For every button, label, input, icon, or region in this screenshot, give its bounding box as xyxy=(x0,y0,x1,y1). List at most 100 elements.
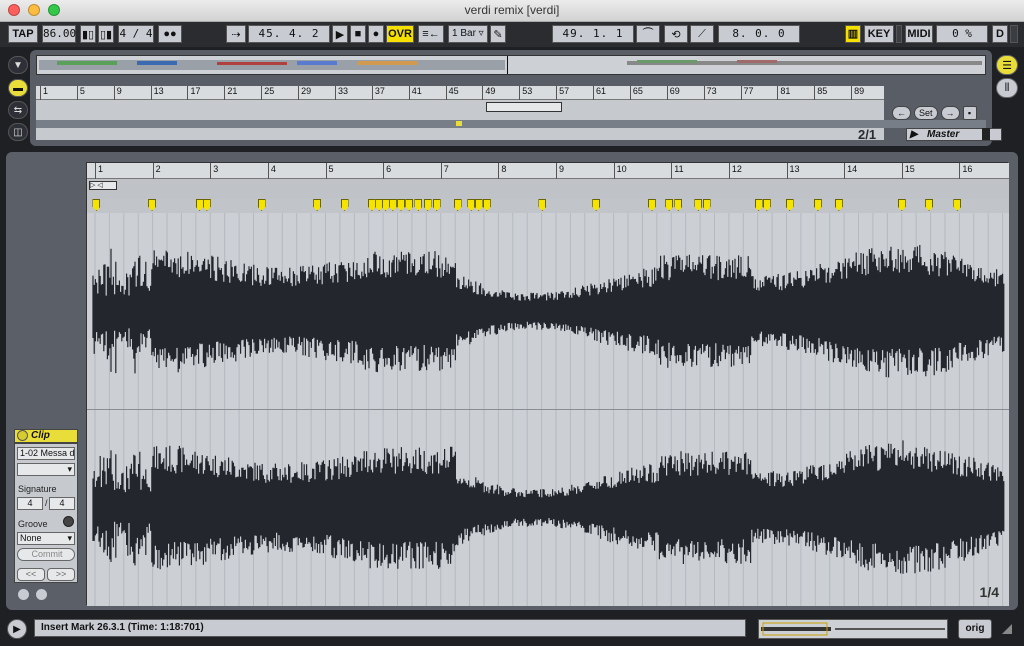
show-detail-icon[interactable]: ▶ xyxy=(7,619,27,639)
follow-icon[interactable]: ⇢ xyxy=(226,25,246,43)
clip-name-field[interactable]: 1-02 Messa d xyxy=(17,447,75,460)
signature-numerator-field[interactable]: 4 xyxy=(17,497,43,510)
warp-marker[interactable] xyxy=(925,199,934,211)
pencil-icon[interactable]: ✎ xyxy=(490,25,506,43)
back-to-arrangement-icon[interactable]: ≡← xyxy=(418,25,444,43)
sample-icon[interactable]: ◫ xyxy=(8,123,28,141)
nudge-down-icon[interactable]: ▮▯ xyxy=(80,25,96,43)
midi-map-button[interactable]: MIDI xyxy=(905,25,933,43)
warp-marker[interactable] xyxy=(388,199,397,211)
warp-marker[interactable] xyxy=(453,199,462,211)
clip-loop-brace[interactable]: ▷ ◁ xyxy=(89,181,117,190)
arrangement-view-icon[interactable]: ▬ xyxy=(8,79,28,97)
warp-marker[interactable] xyxy=(423,199,432,211)
groove-pool-icon[interactable] xyxy=(63,516,74,527)
prev-locator-icon[interactable]: ← xyxy=(892,106,911,120)
master-play-icon[interactable]: ▶ xyxy=(910,129,918,140)
arrangement-position-field[interactable]: 45. 4. 2 xyxy=(248,25,330,43)
warp-marker[interactable] xyxy=(665,199,674,211)
set-locator-button[interactable]: Set xyxy=(914,106,938,120)
metronome-icon[interactable]: ●● xyxy=(158,25,182,43)
warp-marker[interactable] xyxy=(813,199,822,211)
track-resize-handle[interactable] xyxy=(982,128,990,140)
orig-button[interactable]: orig xyxy=(958,619,992,639)
overview-strip[interactable] xyxy=(36,55,986,75)
warp-marker[interactable] xyxy=(482,199,491,211)
resize-grip-icon[interactable] xyxy=(1002,624,1012,634)
play-icon[interactable]: ▶ xyxy=(332,25,348,43)
browser-toggle-icon[interactable]: ▼ xyxy=(8,56,28,74)
warp-marker[interactable] xyxy=(195,199,204,211)
close-window-button[interactable] xyxy=(8,4,20,16)
loop-start-field[interactable]: 49. 1. 1 xyxy=(552,25,634,43)
quantize-select[interactable]: 1 Bar ▿ xyxy=(448,25,488,43)
app-window: verdi remix [verdi] TAP 86.00 ▮▯ ▯▮ 4 / … xyxy=(0,0,1024,646)
warp-marker[interactable] xyxy=(148,199,157,211)
warp-marker[interactable] xyxy=(432,199,441,211)
mixer-toggle-icon[interactable]: ⦀ xyxy=(996,78,1018,98)
clip-ruler-mark: 12 xyxy=(728,163,742,179)
clip-loop-bar[interactable]: ▷ ◁ xyxy=(87,179,1009,199)
clip-ruler[interactable]: 1 2 3 4 5 6 7 8 9 10 11 12 13 14 15 16 xyxy=(87,163,1009,179)
warp-marker[interactable] xyxy=(953,199,962,211)
warp-marker[interactable] xyxy=(702,199,711,211)
warp-marker[interactable] xyxy=(694,199,703,211)
waveform-display[interactable] xyxy=(87,213,1009,606)
arrangement-track[interactable] xyxy=(36,100,884,120)
warp-marker[interactable] xyxy=(592,199,601,211)
info-view-icon[interactable]: ☰ xyxy=(996,55,1018,75)
punch-out-icon[interactable]: ⟋ xyxy=(690,25,714,43)
envelope-toggle-icon[interactable] xyxy=(36,589,47,600)
nudge-right-button[interactable]: >> xyxy=(47,568,75,581)
tap-button[interactable]: TAP xyxy=(8,25,38,43)
warp-marker[interactable] xyxy=(474,199,483,211)
next-locator-icon[interactable]: → xyxy=(940,106,960,120)
warp-marker[interactable] xyxy=(674,199,683,211)
groove-select[interactable]: None ▾ xyxy=(17,532,75,545)
warp-marker[interactable] xyxy=(381,199,390,211)
warp-marker[interactable] xyxy=(897,199,906,211)
computer-keyboard-icon[interactable]: ▥ xyxy=(845,25,861,43)
warp-marker[interactable] xyxy=(467,199,476,211)
warp-marker[interactable] xyxy=(834,199,843,211)
warp-marker[interactable] xyxy=(647,199,656,211)
nudge-up-icon[interactable]: ▯▮ xyxy=(98,25,114,43)
sample-editor[interactable]: 1 2 3 4 5 6 7 8 9 10 11 12 13 14 15 16 ▷ ◁ 1/4 xyxy=(86,162,1009,606)
lock-icon[interactable]: ▪ xyxy=(962,106,977,120)
warp-marker[interactable] xyxy=(202,199,211,211)
record-icon[interactable]: ● xyxy=(368,25,384,43)
warp-markers-lane[interactable] xyxy=(87,199,1009,213)
key-map-button[interactable]: KEY xyxy=(864,25,894,43)
warp-marker[interactable] xyxy=(414,199,423,211)
zoom-window-button[interactable] xyxy=(48,4,60,16)
warp-marker[interactable] xyxy=(367,199,376,211)
warp-marker[interactable] xyxy=(257,199,266,211)
detail-mini-overview[interactable] xyxy=(758,619,948,639)
commit-button[interactable]: Commit xyxy=(17,548,75,561)
punch-in-icon[interactable]: ⏜ xyxy=(636,25,660,43)
stop-icon[interactable]: ■ xyxy=(350,25,366,43)
nudge-left-button[interactable]: << xyxy=(17,568,45,581)
minimize-window-button[interactable] xyxy=(28,4,40,16)
loop-brace[interactable] xyxy=(486,102,562,112)
clip-activator-icon[interactable] xyxy=(17,430,28,441)
warp-marker[interactable] xyxy=(785,199,794,211)
warp-marker[interactable] xyxy=(754,199,763,211)
warp-marker[interactable] xyxy=(340,199,349,211)
warp-marker[interactable] xyxy=(92,199,101,211)
tempo-field[interactable]: 86.00 xyxy=(42,25,76,43)
arrangement-ruler[interactable]: 1 5 9 13 17 21 25 29 33 37 41 45 49 53 57 61 65 69 73 77 81 8… xyxy=(36,86,884,100)
warp-marker[interactable] xyxy=(762,199,771,211)
loop-switch-icon[interactable]: ⟲ xyxy=(664,25,688,43)
signature-field[interactable]: 4 / 4 xyxy=(118,25,154,43)
loop-length-field[interactable]: 8. 0. 0 xyxy=(718,25,800,43)
warp-marker[interactable] xyxy=(405,199,414,211)
warp-marker[interactable] xyxy=(313,199,322,211)
signature-denominator-field[interactable]: 4 xyxy=(49,497,75,510)
overdub-button[interactable]: OVR xyxy=(386,25,414,43)
warp-marker[interactable] xyxy=(397,199,406,211)
clip-color-select[interactable]: ▾ xyxy=(17,463,75,476)
clip-view-toggle-icon[interactable] xyxy=(18,589,29,600)
plugin-icon[interactable]: ⇆ xyxy=(8,101,28,119)
warp-marker[interactable] xyxy=(538,199,547,211)
